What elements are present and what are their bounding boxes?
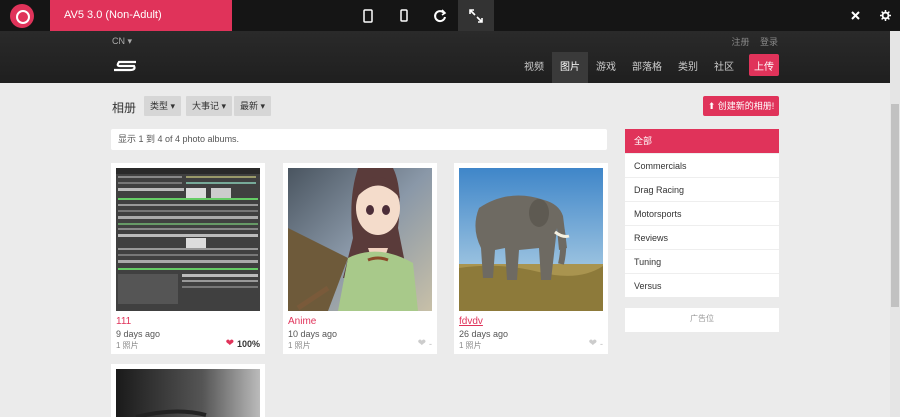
scrollbar-thumb[interactable] bbox=[891, 104, 899, 307]
category-motorsports[interactable]: Motorsports bbox=[625, 201, 779, 225]
heart-icon[interactable]: ❤ bbox=[418, 338, 426, 349]
phone-icon[interactable] bbox=[386, 0, 422, 31]
album-rating: ❤ 100% bbox=[226, 338, 260, 349]
create-album-button[interactable]: ⬆ 创建新的相册! bbox=[703, 96, 779, 116]
language-selector[interactable]: CN ▾ bbox=[112, 36, 132, 47]
album-thumbnail[interactable] bbox=[288, 168, 432, 311]
album-card[interactable]: fdvdv 26 days ago 1 照片 ❤ - bbox=[454, 163, 608, 354]
demo-toolbar: AV5 3.0 (Non-Adult) bbox=[0, 0, 900, 31]
album-title[interactable]: fdvdv bbox=[459, 316, 483, 327]
site-logo-icon[interactable] bbox=[110, 58, 138, 74]
nav-blogs[interactable]: 部落格 bbox=[624, 52, 670, 83]
album-photo-count: 1 照片 bbox=[116, 341, 139, 350]
album-thumbnail[interactable] bbox=[116, 369, 260, 417]
album-date: 10 days ago bbox=[288, 329, 338, 339]
nav-community[interactable]: 社区 bbox=[706, 52, 742, 83]
album-thumbnail[interactable] bbox=[459, 168, 603, 311]
expand-icon[interactable] bbox=[458, 0, 494, 31]
nav-categories[interactable]: 类别 bbox=[670, 52, 706, 83]
album-rating: ❤ - bbox=[589, 338, 603, 349]
category-drag-racing[interactable]: Drag Racing bbox=[625, 177, 779, 201]
sort-dropdown[interactable]: 最新 ▾ bbox=[234, 96, 272, 116]
nav-games[interactable]: 游戏 bbox=[588, 52, 624, 83]
timeline-filter-dropdown[interactable]: 大事记 ▾ bbox=[186, 96, 233, 116]
app-logo-icon[interactable] bbox=[7, 4, 37, 28]
album-date: 9 days ago bbox=[116, 329, 161, 339]
album-date: 26 days ago bbox=[459, 329, 509, 339]
type-filter-dropdown[interactable]: 类型 ▾ bbox=[144, 96, 182, 116]
album-title[interactable]: Anime bbox=[288, 316, 316, 327]
category-list: 全部 Commercials Drag Racing Motorsports R… bbox=[625, 129, 779, 297]
album-photo-count: 1 照片 bbox=[459, 341, 482, 350]
results-count: 显示 1 到 4 of 4 photo albums. bbox=[111, 129, 607, 150]
refresh-icon[interactable] bbox=[422, 0, 458, 31]
album-rating: ❤ - bbox=[418, 338, 432, 349]
category-all[interactable]: 全部 bbox=[625, 129, 779, 153]
register-link[interactable]: 注册 bbox=[731, 37, 749, 47]
category-versus[interactable]: Versus bbox=[625, 273, 779, 297]
category-tuning[interactable]: Tuning bbox=[625, 249, 779, 273]
rating-value: - bbox=[429, 338, 432, 349]
sidebar-ad-box: 广告位 bbox=[625, 308, 779, 332]
page-title: 相册 bbox=[112, 101, 137, 115]
close-icon[interactable] bbox=[840, 0, 870, 31]
demo-title[interactable]: AV5 3.0 (Non-Adult) bbox=[50, 0, 232, 31]
rating-value: 100% bbox=[236, 338, 260, 349]
account-links: 注册 登录 bbox=[723, 35, 778, 48]
site-header: CN ▾ 注册 登录 视频 图片 游戏 部落格 类别 社区 上传 bbox=[0, 31, 890, 83]
heart-icon[interactable]: ❤ bbox=[226, 338, 234, 349]
rating-value: - bbox=[600, 338, 603, 349]
login-link[interactable]: 登录 bbox=[760, 37, 778, 47]
nav-photos[interactable]: 图片 bbox=[552, 52, 588, 83]
tablet-icon[interactable] bbox=[350, 0, 386, 31]
upload-button[interactable]: 上传 bbox=[749, 54, 779, 76]
nav-videos[interactable]: 视频 bbox=[516, 52, 552, 83]
album-card[interactable] bbox=[111, 364, 265, 417]
create-album-label: 创建新的相册! bbox=[717, 101, 775, 111]
album-card[interactable]: Anime 10 days ago 1 照片 ❤ - bbox=[283, 163, 437, 354]
category-commercials[interactable]: Commercials bbox=[625, 153, 779, 177]
scrollbar[interactable] bbox=[890, 31, 900, 417]
heart-icon[interactable]: ❤ bbox=[589, 338, 597, 349]
gear-icon[interactable] bbox=[870, 0, 900, 31]
upload-icon: ⬆ bbox=[707, 101, 716, 111]
album-photo-count: 1 照片 bbox=[288, 341, 311, 350]
main-nav: 视频 图片 游戏 部落格 类别 社区 bbox=[516, 52, 768, 83]
album-thumbnail[interactable] bbox=[116, 168, 260, 311]
album-card[interactable]: 111 9 days ago 1 照片 ❤ 100% bbox=[111, 163, 265, 354]
category-reviews[interactable]: Reviews bbox=[625, 225, 779, 249]
album-title[interactable]: 111 bbox=[116, 316, 131, 327]
